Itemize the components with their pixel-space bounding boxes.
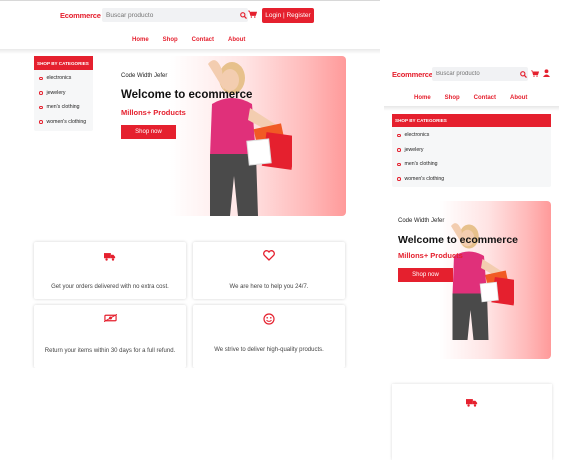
category-label: men's clothing [404,161,438,168]
shop-now-button[interactable]: Shop now [398,268,453,282]
mobile-header-shadow [384,106,559,111]
bullet-icon [39,91,43,95]
heart-icon [193,250,345,261]
hero-subtitle: Code Width Jefer [398,218,445,224]
nav-about[interactable]: About [510,95,527,101]
nav-about[interactable]: About [228,37,245,43]
hero-title: Welcome to ecommerce [398,234,519,246]
mobile-search-input[interactable] [432,71,518,77]
nav-contact[interactable]: Contact [474,95,496,101]
category-label: women's clothing [46,118,87,125]
feature-text: Return your items within 30 days for a f… [44,348,176,354]
mobile-brand-logo[interactable]: Ecommerce [392,70,433,79]
truck-icon [34,252,186,261]
top-divider [0,0,380,1]
search-bar [102,8,248,22]
user-icon[interactable] [543,69,550,77]
money-icon [34,314,186,322]
hero-tagline: Millons+ Products [398,251,463,260]
cart-icon[interactable] [531,70,539,77]
category-label: jewelery [404,146,424,153]
hero-woman-image [208,60,292,216]
bullet-icon [39,76,43,80]
category-electronics[interactable]: electronics [34,71,93,86]
feature-text: Get your orders delivered with no extra … [51,284,169,290]
hero-subtitle: Code Width Jefer [121,73,168,79]
hero-title: Welcome to ecommerce [121,89,253,101]
category-womens-clothing[interactable]: women's clothing [34,115,93,130]
mobile-nav: Home Shop Contact About [414,95,527,101]
category-label: jewelery [46,89,66,96]
feature-card-free-delivery: Get your orders delivered with no extra … [34,242,186,299]
category-mens-clothing[interactable]: men's clothing [392,157,551,172]
mobile-categories-panel: SHOP BY CATEGORIES electronics jewelery … [392,114,551,187]
shop-now-button[interactable]: Shop now [121,125,176,139]
category-jewelery[interactable]: jewelery [392,143,551,158]
bullet-icon [397,148,401,152]
categories-panel: SHOP BY CATEGORIES electronics jewelery … [34,56,93,131]
bullet-icon [397,162,401,166]
bullet-icon [39,105,43,109]
categories-heading: SHOP BY CATEGORIES [34,56,93,70]
category-label: electronics [404,132,430,139]
mobile-search-bar [432,67,528,81]
feature-text: We are here to help you 24/7. [229,284,309,290]
smile-icon [193,313,345,325]
cart-icon[interactable] [248,10,257,18]
category-label: women's clothing [404,175,445,182]
nav-home[interactable]: Home [132,37,149,43]
nav-contact[interactable]: Contact [192,37,214,43]
search-icon[interactable] [518,67,528,81]
nav-shop[interactable]: Shop [445,95,460,101]
categories-heading: SHOP BY CATEGORIES [392,114,551,127]
mobile-hero-banner: Code Width Jefer Welcome to ecommerce Mi… [392,201,551,359]
feature-text: We strive to deliver high-quality produc… [214,347,324,353]
search-icon[interactable] [238,8,248,22]
hero-tagline: Millons+ Products [121,108,186,117]
bullet-icon [397,177,401,181]
feature-card-support: We are here to help you 24/7. [193,242,345,299]
category-label: men's clothing [46,104,80,111]
desktop-view: Ecommerce Login | Register Home Shop Con… [0,0,380,368]
login-register-button[interactable]: Login | Register [262,8,314,23]
feature-card-returns: Return your items within 30 days for a f… [34,305,186,368]
mobile-feature-card-free-delivery [392,384,552,460]
bullet-icon [397,133,401,137]
main-nav: Home Shop Contact About [132,37,245,43]
brand-logo[interactable]: Ecommerce [60,11,101,20]
header-shadow [0,49,380,54]
bullet-icon [39,120,43,124]
category-label: electronics [46,75,72,82]
truck-icon [466,394,478,412]
nav-home[interactable]: Home [414,95,431,101]
category-jewelery[interactable]: jewelery [34,86,93,101]
category-womens-clothing[interactable]: women's clothing [392,172,551,187]
category-electronics[interactable]: electronics [392,128,551,143]
hero-banner: Code Width Jefer Welcome to ecommerce Mi… [94,56,346,216]
search-input[interactable] [102,11,238,19]
feature-card-quality: We strive to deliver high-quality produc… [193,305,345,368]
category-mens-clothing[interactable]: men's clothing [34,100,93,115]
nav-shop[interactable]: Shop [163,37,178,43]
